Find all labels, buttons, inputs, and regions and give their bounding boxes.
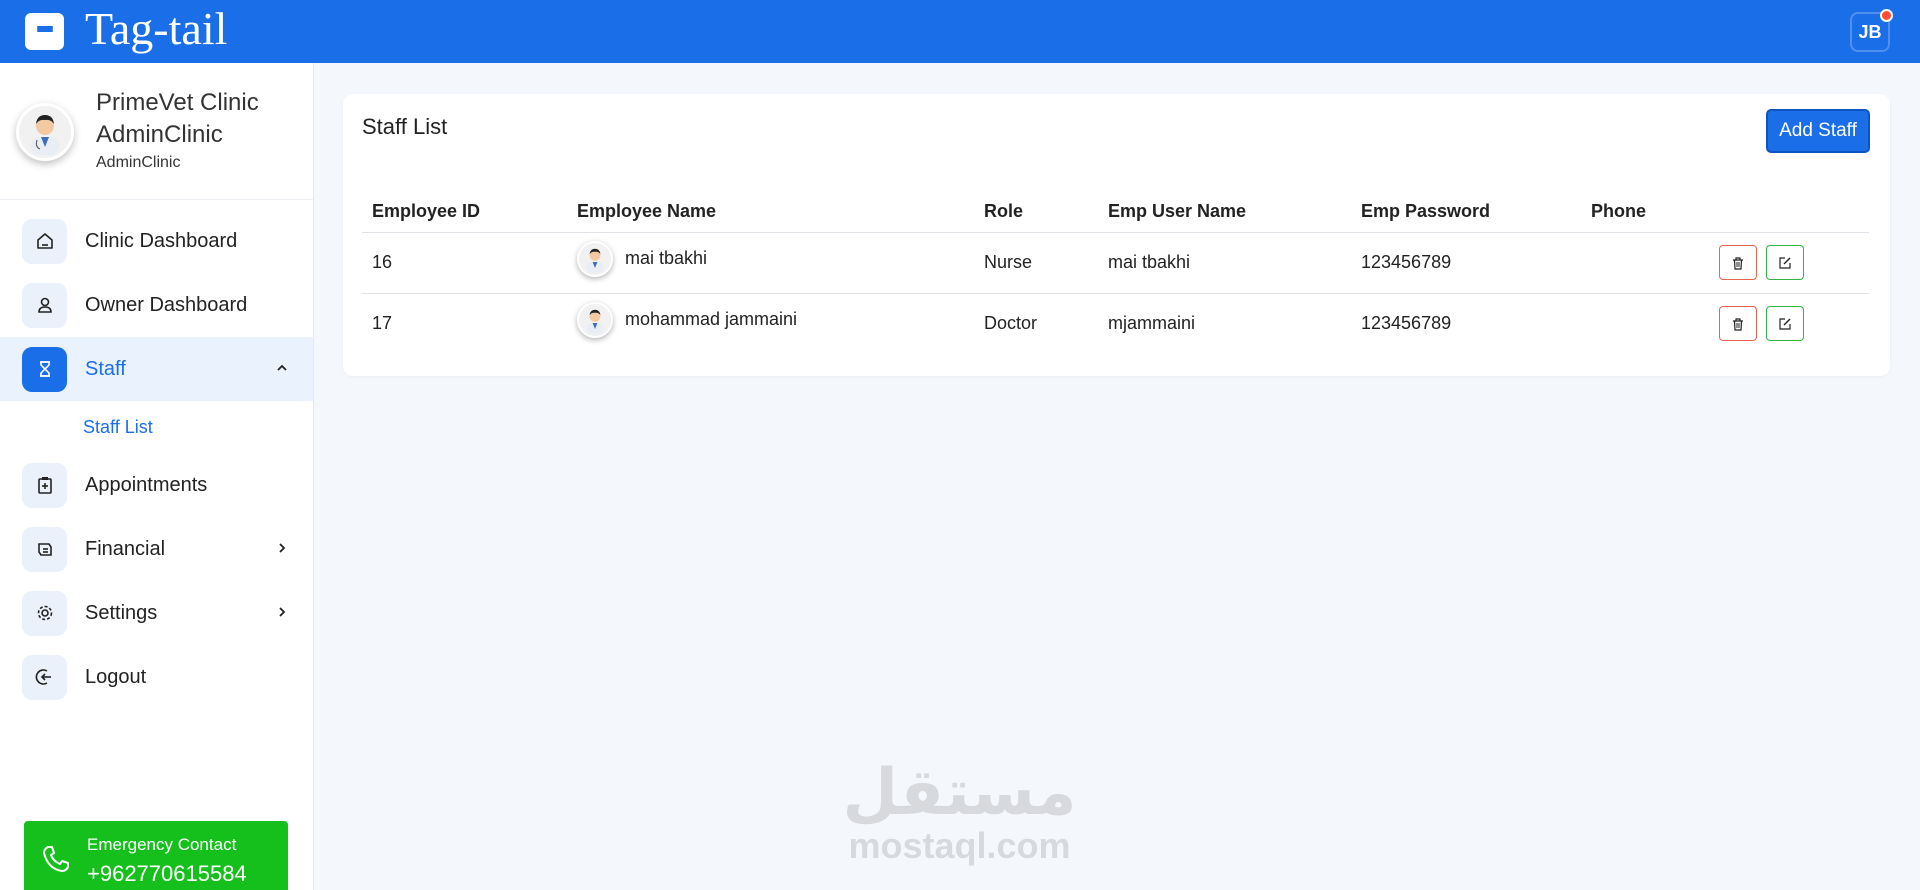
clipboard-add-icon [22, 462, 67, 508]
doctor-avatar-icon [16, 103, 74, 161]
notification-dot [1880, 9, 1893, 22]
column-header: Phone [1581, 192, 1701, 233]
sidebar-item-settings[interactable]: Settings [0, 581, 313, 645]
sidebar-item-appointments[interactable]: Appointments [0, 453, 313, 517]
delete-button[interactable] [1719, 245, 1757, 280]
staff-list-card: Staff List Add Staff Employee ID Employe… [343, 94, 1890, 376]
sidebar-item-label: Financial [85, 537, 166, 560]
hamburger-icon [36, 25, 53, 38]
watermark-latin: mostaql.com [848, 825, 1071, 866]
employee-name-cell: mohammad jammaini [567, 293, 974, 354]
home-icon [22, 218, 67, 264]
edit-icon [1779, 256, 1791, 269]
hourglass-icon [22, 346, 67, 392]
employee-name: mai tbakhi [625, 248, 708, 268]
sidebar-item-label: Logout [85, 665, 147, 688]
sidebar-item-financial[interactable]: Financial [0, 517, 313, 581]
watermark-arabic: مستقل [842, 756, 1077, 830]
edit-icon [1779, 318, 1791, 330]
app-brand: Tag-tail [85, 3, 228, 54]
user-avatar-button[interactable]: JB [1850, 9, 1893, 52]
clinic-role: AdminClinic [96, 154, 181, 171]
logout-icon [22, 654, 67, 700]
employee-phone [1581, 232, 1701, 294]
user-icon [22, 282, 67, 328]
employee-password: 123456789 [1351, 232, 1581, 294]
trash-icon [1733, 318, 1743, 331]
edit-button[interactable] [1766, 245, 1805, 280]
column-header: Emp Password [1351, 192, 1581, 233]
trash-icon [1733, 256, 1743, 270]
employee-name: mohammad jammaini [625, 309, 798, 330]
table-row: 16 mai tbakhi Nurse mai tbakhi 123456789 [362, 232, 1869, 294]
user-initials: JB [1858, 21, 1882, 42]
staff-table: Employee ID Employee Name Role Emp User … [362, 192, 1869, 354]
employee-username: mai tbakhi [1098, 232, 1351, 294]
phone-icon [40, 843, 72, 880]
profile-section: PrimeVet Clinic AdminClinic AdminClinic [0, 63, 313, 200]
column-header-actions [1701, 192, 1869, 233]
column-header: Role [974, 192, 1098, 233]
sidebar-item-logout[interactable]: Logout [0, 645, 313, 709]
employee-id: 16 [362, 232, 567, 294]
sidebar-item-staff[interactable]: Staff [0, 337, 313, 401]
column-header: Employee ID [362, 192, 567, 233]
employee-name-cell: mai tbakhi [567, 232, 974, 294]
emergency-label: Emergency Contact [87, 835, 237, 854]
employee-id: 17 [372, 313, 393, 334]
employee-phone [1581, 293, 1701, 354]
page-title: Staff List [362, 114, 448, 139]
chevron-up-icon [275, 359, 289, 380]
doctor-avatar-icon [577, 301, 613, 338]
row-actions [1701, 232, 1869, 294]
table-row: 17 mohammad jammaini Doctor mjammaini 12… [362, 293, 1869, 354]
sidebar-subitem-staff-list[interactable]: Staff List [0, 401, 313, 453]
sidebar-nav: Clinic Dashboard Owner Dashboard Staff S… [0, 209, 313, 709]
chevron-right-icon [275, 539, 289, 560]
employee-username: mjammaini [1108, 313, 1196, 334]
add-staff-button[interactable]: Add Staff [1766, 109, 1870, 153]
sidebar-item-label: Staff [85, 357, 126, 380]
top-bar: Tag-tail JB [0, 0, 1920, 63]
chevron-right-icon [275, 603, 289, 624]
emergency-number: +962770615584 [87, 861, 247, 886]
employee-role: Doctor [984, 313, 1038, 334]
emergency-contact-card[interactable]: Emergency Contact +962770615584 [24, 821, 288, 890]
row-actions [1701, 293, 1869, 354]
menu-toggle-button[interactable] [25, 13, 64, 50]
watermark: مستقل mostaql.com [842, 758, 1077, 864]
sidebar: PrimeVet Clinic AdminClinic AdminClinic … [0, 63, 314, 890]
table-header-row: Employee ID Employee Name Role Emp User … [362, 192, 1869, 233]
sidebar-item-clinic-dashboard[interactable]: Clinic Dashboard [0, 209, 313, 273]
gear-icon [22, 590, 67, 636]
employee-role: Nurse [974, 232, 1098, 294]
doctor-avatar-icon [577, 240, 613, 277]
delete-button[interactable] [1719, 306, 1757, 342]
wallet-icon [22, 526, 67, 572]
employee-password: 123456789 [1361, 313, 1452, 334]
sidebar-item-label: Clinic Dashboard [85, 229, 238, 252]
column-header: Employee Name [567, 192, 974, 233]
sidebar-item-label: Owner Dashboard [85, 293, 248, 316]
sidebar-item-label: Settings [85, 601, 158, 624]
edit-button[interactable] [1766, 306, 1805, 342]
sidebar-item-owner-dashboard[interactable]: Owner Dashboard [0, 273, 313, 337]
sidebar-item-label: Appointments [85, 473, 208, 496]
column-header: Emp User Name [1098, 192, 1351, 233]
clinic-name: PrimeVet Clinic AdminClinic [96, 89, 259, 148]
